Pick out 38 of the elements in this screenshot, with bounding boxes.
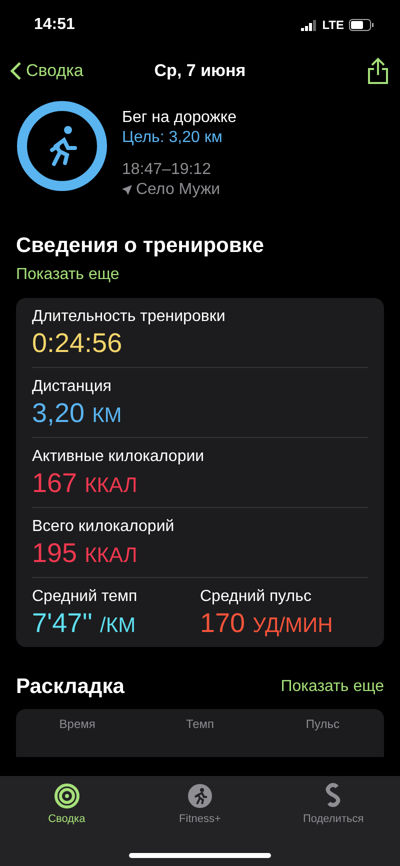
show-more-link[interactable]: Показать еще bbox=[280, 678, 384, 696]
workout-name: Бег на дорожке bbox=[122, 108, 236, 128]
metric-label: Дистанция bbox=[32, 378, 112, 396]
metric-value: 0:24:56 bbox=[32, 328, 124, 359]
rings-icon bbox=[54, 783, 80, 809]
column-header: Темп bbox=[184, 717, 216, 733]
chevron-left-icon bbox=[10, 61, 22, 81]
section-title: Сведения о тренировке bbox=[16, 234, 265, 258]
metric-label: Активные килокалории bbox=[32, 448, 206, 466]
metric-value: 167 ККАЛ bbox=[32, 468, 138, 499]
status-time: 14:51 bbox=[34, 16, 75, 34]
tab[interactable]: Fitness+ bbox=[133, 782, 267, 826]
workout-goal: Цель: 3,20 км bbox=[122, 128, 224, 148]
tab[interactable]: Сводка bbox=[0, 782, 134, 826]
metric-label: Средний темп bbox=[32, 588, 138, 606]
location-arrow-icon bbox=[122, 185, 132, 195]
show-more-link[interactable]: Показать еще bbox=[16, 266, 384, 284]
workout-goal-ring-icon bbox=[16, 100, 108, 192]
back-button[interactable]: Сводка bbox=[10, 61, 84, 81]
share-icon[interactable] bbox=[366, 57, 390, 85]
nav-title: Ср, 7 июня bbox=[154, 61, 246, 81]
metric-label: Средний пульс bbox=[200, 588, 312, 606]
metric-value: 3,20 КМ bbox=[32, 398, 123, 429]
metric-value: 195 ККАЛ bbox=[32, 538, 138, 569]
signal-icon bbox=[301, 20, 318, 30]
workout-location: Село Мужи bbox=[136, 180, 220, 200]
column-header: Пульс bbox=[304, 717, 340, 733]
metric-label: Длительность тренировки bbox=[32, 308, 226, 326]
column-header: Время bbox=[58, 717, 96, 733]
metric-label: Всего килокалорий bbox=[32, 518, 176, 536]
network-type: LTE bbox=[322, 18, 344, 32]
metric-value: 7'47'' /КМ bbox=[32, 608, 137, 639]
workout-time: 18:47–19:12 bbox=[122, 160, 212, 180]
tab[interactable]: Поделиться bbox=[266, 782, 400, 826]
metric-value: 170 УД/МИН bbox=[200, 608, 334, 639]
runner-icon bbox=[186, 783, 213, 809]
battery-icon bbox=[349, 19, 374, 31]
section-title: Раскладка bbox=[16, 675, 124, 699]
